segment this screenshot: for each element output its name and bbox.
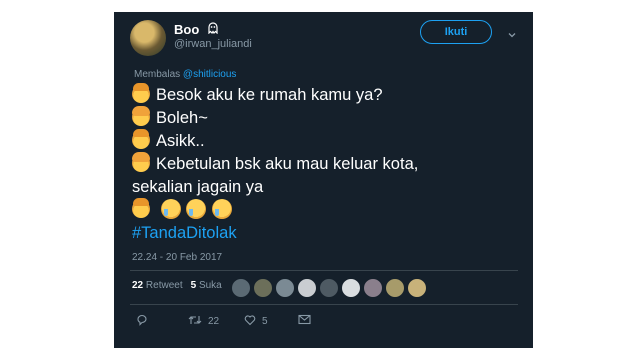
crying-emoji-icon <box>186 199 207 219</box>
tweet-card: Boo @irwan_juliandi Ikuti Membalas @shit… <box>114 12 533 348</box>
like-stat-label: Suka <box>198 280 222 291</box>
like-action-count: 5 <box>262 316 268 327</box>
retweet-icon <box>188 314 202 329</box>
boy-emoji-icon <box>132 83 150 103</box>
liker-avatars <box>231 278 427 298</box>
divider <box>130 304 518 305</box>
reply-prefix: Membalas <box>134 69 181 80</box>
boy-emoji-icon <box>132 129 150 149</box>
boy-emoji-icon <box>132 198 150 218</box>
display-name[interactable]: Boo <box>174 22 219 37</box>
tweet-line-text: sekalian jagain ya <box>132 178 264 196</box>
liker-avatar[interactable] <box>341 278 361 298</box>
reply-action[interactable] <box>136 314 148 329</box>
like-stat[interactable]: 5 Suka <box>191 280 222 291</box>
engagement-stats: 22 Retweet 5 Suka <box>132 280 222 291</box>
retweet-action-count: 22 <box>208 316 220 327</box>
liker-avatar[interactable] <box>319 278 339 298</box>
chevron-down-icon[interactable] <box>508 26 516 38</box>
display-name-text: Boo <box>174 22 200 37</box>
retweet-stat[interactable]: 22 Retweet <box>132 280 183 291</box>
divider <box>130 270 518 271</box>
crying-emoji-icon <box>160 199 181 219</box>
reply-mention-link[interactable]: @shitlicious <box>183 69 237 80</box>
avatar[interactable] <box>130 20 166 56</box>
dm-action[interactable] <box>298 314 311 328</box>
like-icon <box>244 314 256 329</box>
reply-context: Membalas @shitlicious <box>134 69 236 80</box>
crying-emoji-icon <box>211 199 232 219</box>
emoji-line <box>132 198 522 222</box>
retweet-stat-label: Retweet <box>145 280 183 291</box>
like-action[interactable]: 5 <box>244 314 268 329</box>
user-handle[interactable]: @irwan_juliandi <box>174 38 252 50</box>
ghost-icon <box>207 22 219 37</box>
liker-avatar[interactable] <box>407 278 427 298</box>
tweet-line: sekalian jagain ya <box>132 176 522 199</box>
tweet-text: Besok aku ke rumah kamu ya? Boleh~ Asikk… <box>132 83 522 245</box>
girl-emoji-icon <box>132 152 150 172</box>
liker-avatar[interactable] <box>275 278 295 298</box>
tweet-line: Asikk.. <box>132 129 522 153</box>
tweet-line: Besok aku ke rumah kamu ya? <box>132 83 522 107</box>
tweet-line-text: Boleh~ <box>156 109 208 127</box>
follow-button[interactable]: Ikuti <box>420 20 492 44</box>
tweet-line-text: Besok aku ke rumah kamu ya? <box>156 86 383 104</box>
timestamp[interactable]: 22.24 - 20 Feb 2017 <box>132 252 222 263</box>
liker-avatar[interactable] <box>363 278 383 298</box>
liker-avatar[interactable] <box>297 278 317 298</box>
dm-icon <box>298 314 311 328</box>
hashtag-link[interactable]: #TandaDitolak <box>132 224 237 242</box>
liker-avatar[interactable] <box>231 278 251 298</box>
tweet-line: Kebetulan bsk aku mau keluar kota, <box>132 152 522 176</box>
tweet-line: Boleh~ <box>132 106 522 130</box>
hashtag-line: #TandaDitolak <box>132 222 522 245</box>
tweet-line-text: Asikk.. <box>156 132 205 150</box>
retweet-count: 22 <box>132 280 144 291</box>
tweet-actions: 22 5 <box>132 314 512 330</box>
liker-avatar[interactable] <box>385 278 405 298</box>
tweet-line-text: Kebetulan bsk aku mau keluar kota, <box>156 155 419 173</box>
liker-avatar[interactable] <box>253 278 273 298</box>
reply-icon <box>136 314 148 329</box>
like-count: 5 <box>190 280 197 291</box>
girl-emoji-icon <box>132 106 150 126</box>
retweet-action[interactable]: 22 <box>188 314 219 329</box>
